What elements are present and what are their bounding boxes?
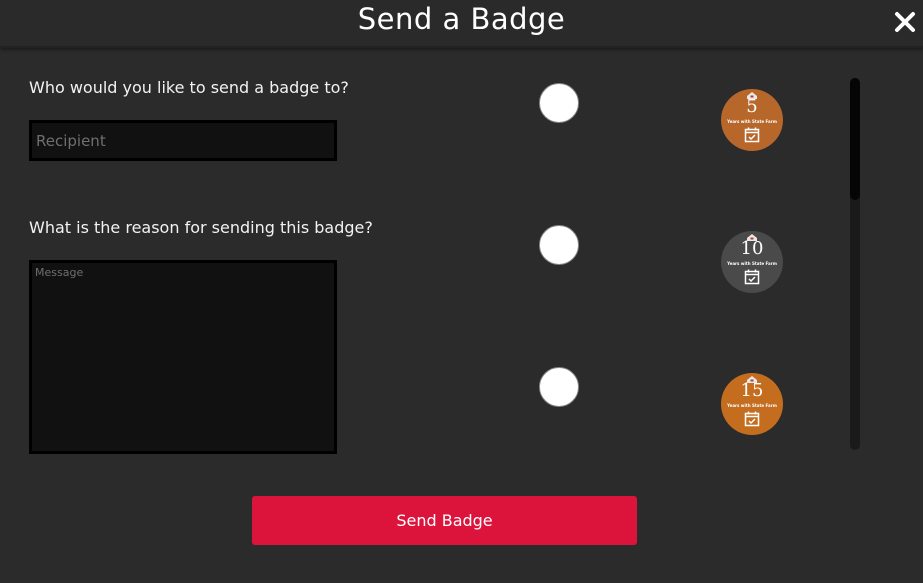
badge-caption: Years with State Farm [727,403,777,408]
send-badge-dialog: Send a Badge Who would you like to send … [0,0,923,583]
dialog-title: Send a Badge [357,2,566,36]
badge-number: 10 [740,238,764,259]
recipient-label: Who would you like to send a badge to? [29,78,349,97]
reason-label: What is the reason for sending this badg… [29,218,373,237]
recipient-input[interactable] [29,120,337,161]
calendar-check-icon [744,269,760,285]
badge-radio-15[interactable] [539,367,579,407]
message-textarea[interactable] [29,260,337,454]
calendar-check-icon [744,127,760,143]
badge-15-years[interactable]: 15 Years with State Farm [721,373,783,435]
badge-radio-10[interactable] [539,225,579,265]
close-icon[interactable] [893,10,917,34]
badge-caption: Years with State Farm [727,261,777,266]
badge-number: 5 [746,96,758,117]
badge-radio-5[interactable] [539,83,579,123]
badge-5-years[interactable]: 5 Years with State Farm [721,89,783,151]
badge-number: 15 [740,380,764,401]
scrollbar-thumb[interactable] [850,78,860,200]
badge-caption: Years with State Farm [727,119,777,124]
send-badge-button[interactable]: Send Badge [252,496,637,545]
dialog-header: Send a Badge [0,0,923,48]
calendar-check-icon [744,411,760,427]
badge-10-years[interactable]: 10 Years with State Farm [721,231,783,293]
